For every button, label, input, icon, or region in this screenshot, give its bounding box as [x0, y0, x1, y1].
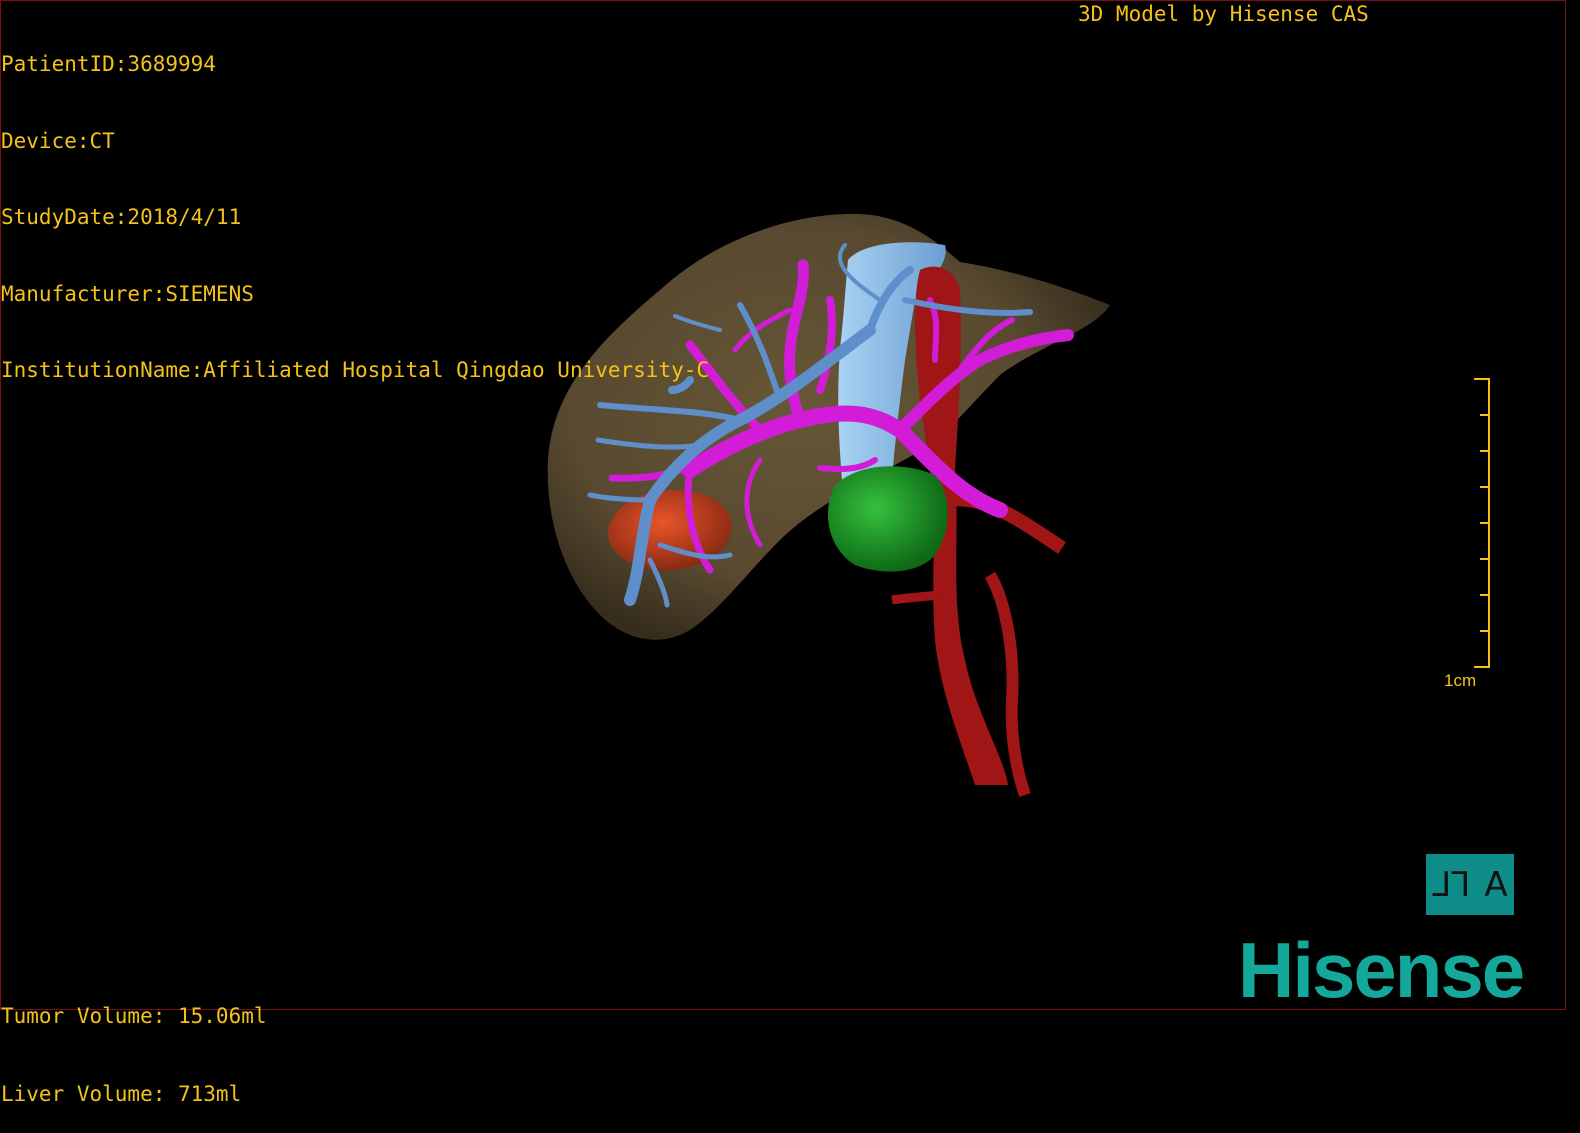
volume-readout: Tumor Volume: 15.06ml Liver Volume: 713m… — [1, 951, 267, 1133]
mode-left-glyph: ⅃Ꞁ — [1432, 864, 1471, 905]
model-credit: 3D Model by Hisense CAS — [1078, 2, 1369, 26]
scale-bar-label: 1cm — [1444, 671, 1477, 690]
mode-right-glyph: A — [1484, 864, 1508, 905]
scale-bar — [1474, 378, 1490, 668]
patient-id: PatientID:3689994 — [1, 52, 216, 76]
tumor — [827, 466, 948, 572]
artery-branch — [891, 590, 941, 605]
institution-name: InstitutionName:Affiliated Hospital Qing… — [1, 358, 710, 382]
hisense-logo: Hisense — [1238, 926, 1525, 1014]
manufacturer: Manufacturer:SIEMENS — [1, 281, 254, 306]
view-mode-button[interactable]: ⅃Ꞁ A — [1426, 854, 1514, 915]
liver-volume: Liver Volume: 713ml — [1, 1082, 242, 1106]
study-date: StudyDate:2018/4/11 — [1, 205, 242, 229]
dicom-info-overlay: PatientID:3689994 Device:CT StudyDate:20… — [1, 1, 709, 409]
tumor-volume: Tumor Volume: 15.06ml — [1, 1004, 267, 1028]
device: Device:CT — [1, 128, 115, 153]
